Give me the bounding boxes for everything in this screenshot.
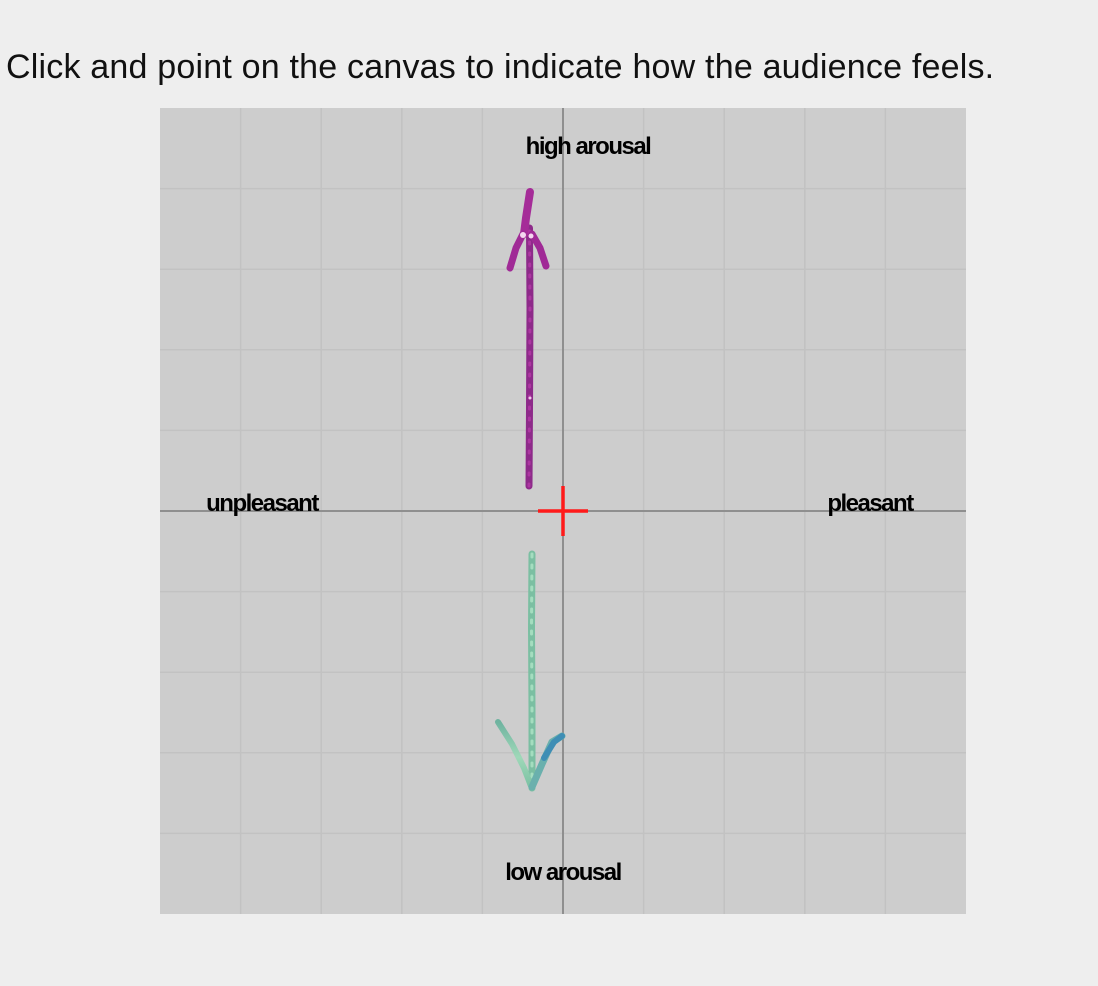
emotion-canvas[interactable]: high arousal low arousal unpleasant plea… <box>160 108 966 914</box>
label-high-arousal: high arousal <box>526 133 651 160</box>
label-unpleasant: unpleasant <box>206 490 319 517</box>
label-pleasant: pleasant <box>827 490 914 517</box>
label-low-arousal: low arousal <box>505 859 621 886</box>
instruction-text: Click and point on the canvas to indicat… <box>6 48 995 86</box>
